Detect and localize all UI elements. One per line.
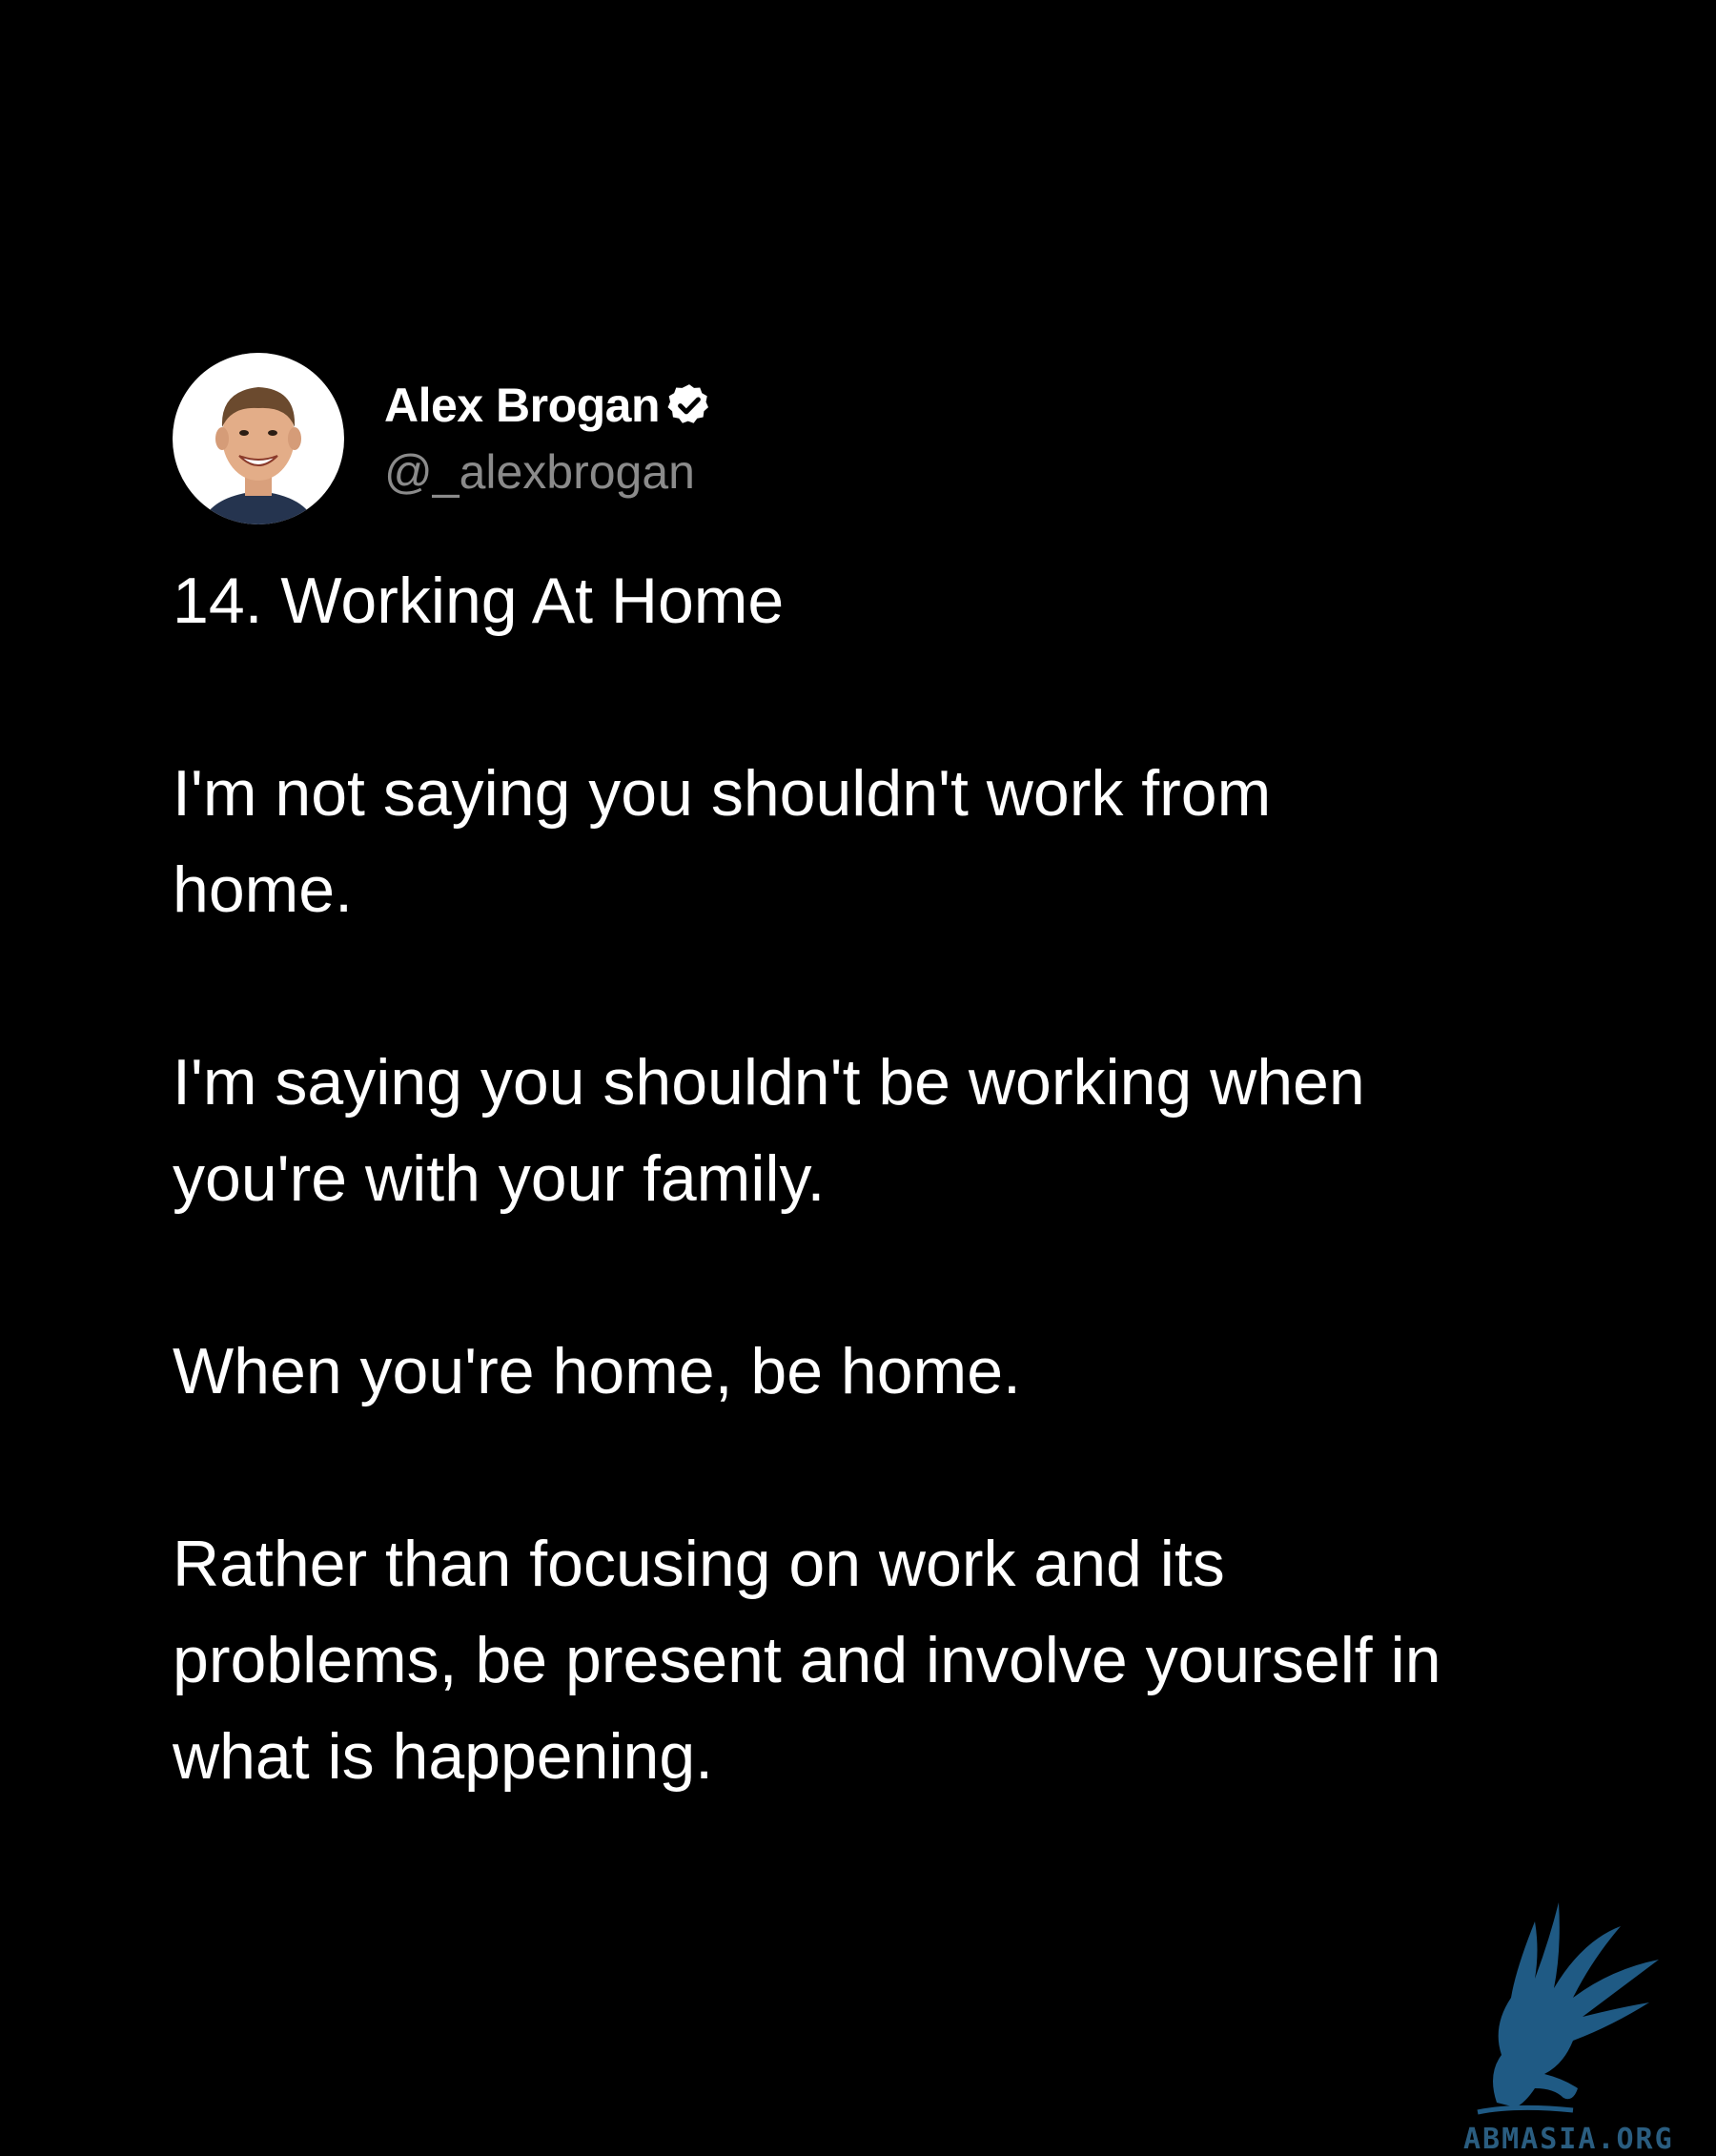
post-title: 14. Working At Home — [173, 565, 785, 637]
tweet-header: Alex Brogan @_alexbrogan — [173, 353, 1564, 524]
tweet-body: 14. Working At Home I'm not saying you s… — [173, 553, 1564, 1805]
avatar[interactable] — [173, 353, 344, 524]
author-identity: Alex Brogan @_alexbrogan — [384, 375, 713, 503]
tweet-card: Alex Brogan @_alexbrogan 14. Working At … — [173, 353, 1564, 1901]
post-paragraph: I'm saying you shouldn't be working when… — [173, 1046, 1365, 1215]
post-paragraph: When you're home, be home. — [173, 1335, 1021, 1407]
avatar-image — [173, 353, 344, 524]
watermark-logo-icon — [1459, 1883, 1706, 2141]
author-handle[interactable]: @_alexbrogan — [384, 441, 713, 503]
post-paragraph: Rather than focusing on work and its pro… — [173, 1528, 1441, 1793]
watermark-text: ABMASIA.ORG — [1463, 2123, 1674, 2156]
author-name-row: Alex Brogan — [384, 375, 713, 436]
post-paragraph: I'm not saying you shouldn't work from h… — [173, 757, 1272, 926]
verified-badge-icon — [665, 381, 713, 429]
author-display-name[interactable]: Alex Brogan — [384, 375, 661, 436]
